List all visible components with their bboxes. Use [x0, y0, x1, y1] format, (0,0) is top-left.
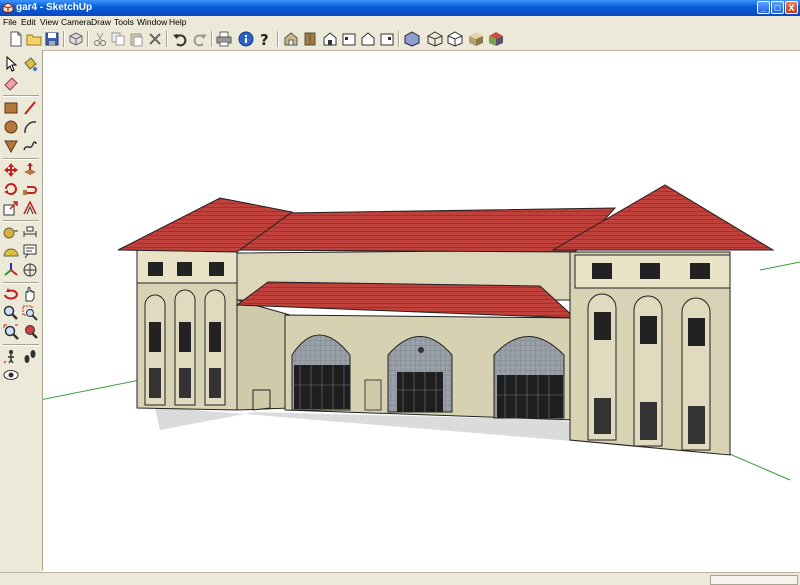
drawing-viewport[interactable]: [43, 51, 800, 572]
cut-icon[interactable]: [92, 31, 108, 47]
follow-me-tool-icon[interactable]: [22, 181, 38, 197]
move-tool-icon[interactable]: [3, 162, 19, 178]
paste-icon[interactable]: [128, 31, 144, 47]
menu-help[interactable]: Help: [169, 16, 186, 28]
axes-tool-icon[interactable]: [3, 262, 19, 278]
status-bar: [0, 572, 800, 585]
orbit-tool-icon[interactable]: [3, 286, 19, 302]
front-view-icon[interactable]: [322, 31, 338, 47]
zoom-tool-icon[interactable]: [3, 305, 19, 321]
title-bar: gar4 - SketchUp _ □ X: [0, 0, 800, 16]
green-axis-line: [43, 379, 141, 400]
look-around-tool-icon[interactable]: [3, 367, 19, 383]
right-view-icon[interactable]: [341, 31, 357, 47]
text-tool-icon[interactable]: [22, 243, 38, 259]
top-view-icon[interactable]: [302, 31, 318, 47]
wireframe-style-icon[interactable]: [427, 31, 443, 47]
rectangle-tool-icon[interactable]: [3, 100, 19, 116]
back-view-icon[interactable]: [360, 31, 376, 47]
zoom-extents-tool-icon[interactable]: [3, 324, 19, 340]
3d-text-tool-icon[interactable]: [22, 262, 38, 278]
model-info-icon[interactable]: [238, 31, 254, 47]
iso-view-icon[interactable]: [283, 31, 299, 47]
open-folder-icon[interactable]: [26, 31, 42, 47]
tape-measure-tool-icon[interactable]: [3, 224, 19, 240]
minimize-button[interactable]: _: [757, 1, 770, 14]
print-icon[interactable]: [216, 31, 232, 47]
menu-draw[interactable]: Draw: [91, 16, 111, 28]
help-icon[interactable]: ?: [257, 31, 273, 47]
maximize-button[interactable]: □: [771, 1, 784, 14]
erase-icon[interactable]: [147, 31, 163, 47]
line-tool-icon[interactable]: [22, 100, 38, 116]
menu-file[interactable]: File: [3, 16, 17, 28]
redo-icon[interactable]: [192, 31, 208, 47]
menu-edit[interactable]: Edit: [21, 16, 36, 28]
rotate-tool-icon[interactable]: [3, 181, 19, 197]
dimension-tool-icon[interactable]: [22, 224, 38, 240]
polygon-tool-icon[interactable]: [3, 138, 19, 154]
sketchup-app-icon[interactable]: [2, 2, 14, 14]
walk-tool-icon[interactable]: [22, 348, 38, 364]
save-icon[interactable]: [44, 31, 60, 47]
left-view-icon[interactable]: [379, 31, 395, 47]
freehand-tool-icon[interactable]: [22, 138, 38, 154]
undo-icon[interactable]: [172, 31, 188, 47]
previous-view-tool-icon[interactable]: [22, 324, 38, 340]
circle-tool-icon[interactable]: [3, 119, 19, 135]
eraser-icon[interactable]: [3, 75, 19, 91]
building-3d-model: [43, 184, 800, 481]
xray-style-icon[interactable]: [404, 31, 420, 47]
copy-icon[interactable]: [110, 31, 126, 47]
menu-window[interactable]: Window: [137, 16, 167, 28]
paint-bucket-icon[interactable]: [22, 56, 38, 72]
protractor-tool-icon[interactable]: [3, 243, 19, 259]
shaded-textures-style-icon[interactable]: [488, 31, 504, 47]
arc-tool-icon[interactable]: [22, 119, 38, 135]
zoom-window-tool-icon[interactable]: [22, 305, 38, 321]
position-camera-tool-icon[interactable]: [3, 348, 19, 364]
pan-tool-icon[interactable]: [22, 286, 38, 302]
new-file-icon[interactable]: [8, 31, 24, 47]
menu-tools[interactable]: Tools: [114, 16, 134, 28]
hidden-line-style-icon[interactable]: [447, 31, 463, 47]
tool-palette: [0, 50, 43, 570]
window-title: gar4 - SketchUp: [16, 2, 93, 13]
menu-bar: File Edit View Camera Draw Tools Window …: [0, 16, 800, 28]
main-toolbar: ?: [0, 28, 800, 51]
svg-text:?: ?: [260, 31, 269, 47]
scale-tool-icon[interactable]: [3, 200, 19, 216]
shaded-style-icon[interactable]: [468, 31, 484, 47]
push-pull-tool-icon[interactable]: [22, 162, 38, 178]
menu-camera[interactable]: Camera: [61, 16, 91, 28]
make-component-icon[interactable]: [68, 31, 84, 47]
select-tool-icon[interactable]: [3, 56, 19, 72]
menu-view[interactable]: View: [40, 16, 58, 28]
offset-tool-icon[interactable]: [22, 200, 38, 216]
close-button[interactable]: X: [785, 1, 798, 14]
